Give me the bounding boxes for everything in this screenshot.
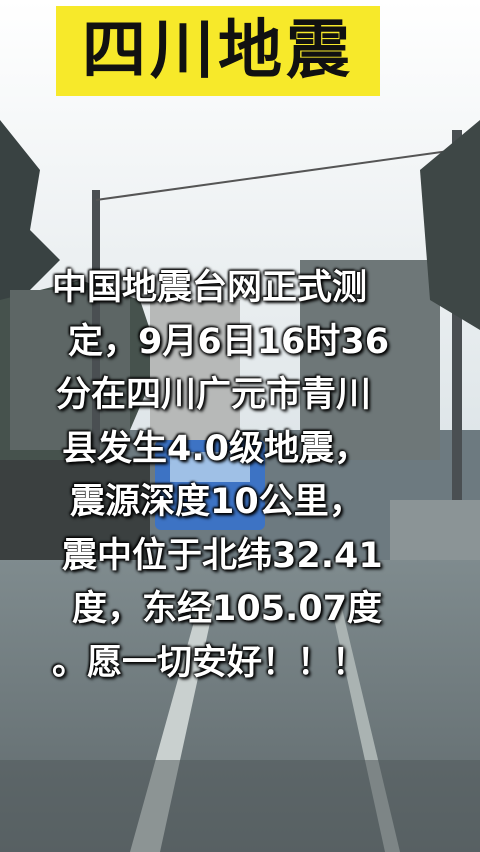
caption-line: 中国地震台网正式测 [52, 268, 368, 308]
caption-overlay: 中国地震台网正式测 定，9月6日16时36 分在四川广元市青川 县发生4.0级地… [52, 262, 472, 690]
caption-line: 。愿一切安好！！！ [52, 642, 368, 683]
caption-line: 震源深度10公里， [70, 482, 364, 522]
caption-line: 震中位于北纬32.41 [62, 535, 383, 576]
caption-line: 定，9月6日16时36 [68, 321, 390, 362]
title-banner: 四川地震 [56, 6, 380, 96]
caption-line: 度，东经105.07度 [72, 589, 383, 629]
vignette-bottom [0, 760, 480, 852]
caption-line: 分在四川广元市青川 [56, 375, 372, 415]
caption-line: 县发生4.0级地震， [62, 428, 370, 469]
video-frame: 四川地震 中国地震台网正式测 定，9月6日16时36 分在四川广元市青川 县发生… [0, 0, 480, 852]
title-text: 四川地震 [82, 14, 354, 88]
